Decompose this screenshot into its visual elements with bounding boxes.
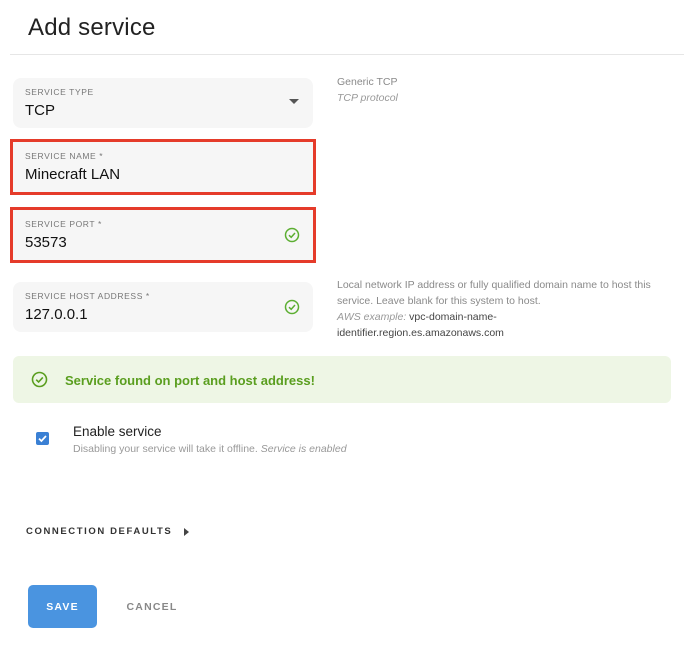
host-help-line2: service. Leave blank for this system to … <box>337 295 541 307</box>
cancel-button[interactable]: CANCEL <box>118 585 186 628</box>
connection-defaults-toggle[interactable]: CONNECTION DEFAULTS <box>26 526 172 537</box>
service-port-input[interactable] <box>25 234 265 251</box>
aws-example-label: AWS example: <box>337 311 407 323</box>
service-port-label: SERVICE PORT * <box>25 219 102 229</box>
service-host-field[interactable]: SERVICE HOST ADDRESS * <box>13 282 313 332</box>
service-name-field[interactable]: SERVICE NAME * <box>10 139 316 195</box>
checkmark-icon <box>38 435 47 443</box>
enable-service-checkbox[interactable] <box>36 432 49 445</box>
service-type-label: SERVICE TYPE <box>25 87 94 97</box>
service-host-help: Local network IP address or fully qualif… <box>337 277 651 341</box>
host-help-aws: AWS example: vpc-domain-name- <box>337 309 651 325</box>
page-title: Add service <box>28 14 156 41</box>
service-name-input[interactable] <box>25 166 265 183</box>
service-port-field[interactable]: SERVICE PORT * <box>10 207 316 263</box>
dropdown-caret-icon[interactable] <box>289 99 299 104</box>
service-type-value: TCP <box>25 102 55 119</box>
host-help-line1: Local network IP address or fully qualif… <box>337 279 651 291</box>
aws-example-value-2: identifier.region.es.amazonaws.com <box>337 327 504 339</box>
service-type-help: Generic TCP TCP protocol <box>337 74 398 106</box>
success-check-icon <box>31 371 48 388</box>
enable-service-status: Service is enabled <box>260 443 347 455</box>
success-alert: Service found on port and host address! <box>13 356 671 403</box>
service-host-input[interactable] <box>25 306 265 323</box>
service-type-select[interactable]: SERVICE TYPE TCP <box>13 78 313 128</box>
service-host-label: SERVICE HOST ADDRESS * <box>25 291 150 301</box>
enable-service-label[interactable]: Enable service <box>73 424 162 439</box>
service-type-help-desc: TCP protocol <box>337 92 398 104</box>
enable-service-description: Disabling your service will take it offl… <box>73 443 347 455</box>
service-type-help-title: Generic TCP <box>337 76 398 88</box>
valid-check-icon <box>284 299 300 315</box>
valid-check-icon <box>284 227 300 243</box>
enable-service-sub: Disabling your service will take it offl… <box>73 443 258 455</box>
success-alert-text: Service found on port and host address! <box>65 373 315 388</box>
aws-example-value-1: vpc-domain-name- <box>409 311 497 323</box>
save-button[interactable]: SAVE <box>28 585 97 628</box>
caret-right-icon[interactable] <box>184 528 189 536</box>
title-divider <box>10 54 684 55</box>
service-name-label: SERVICE NAME * <box>25 151 104 161</box>
